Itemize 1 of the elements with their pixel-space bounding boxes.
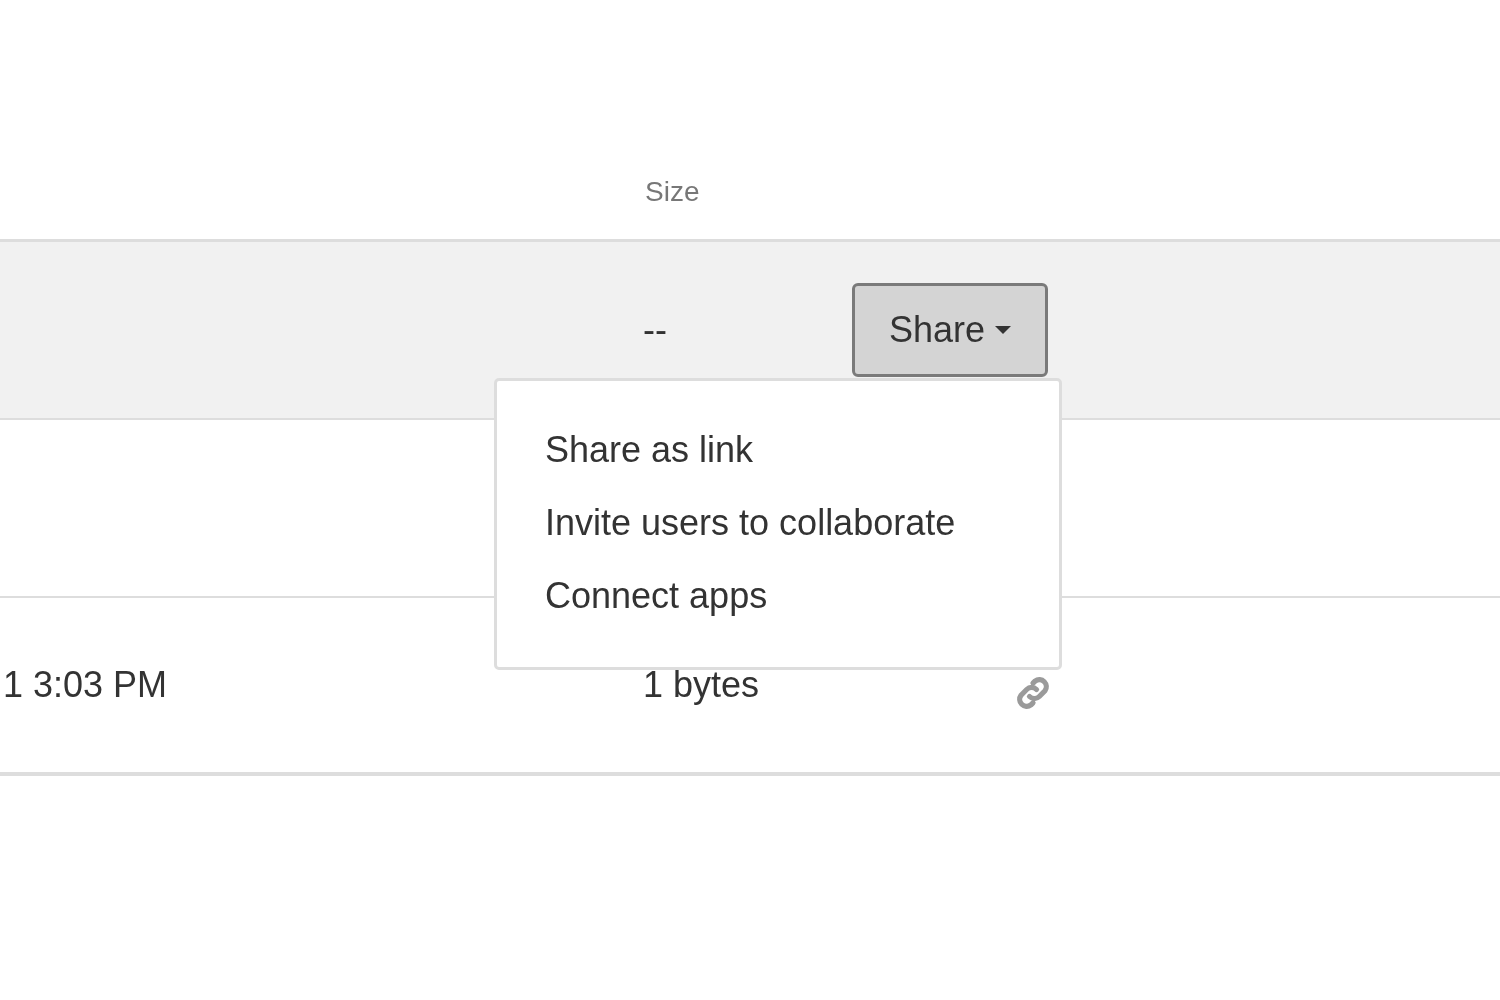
size-text: -- xyxy=(643,309,667,350)
